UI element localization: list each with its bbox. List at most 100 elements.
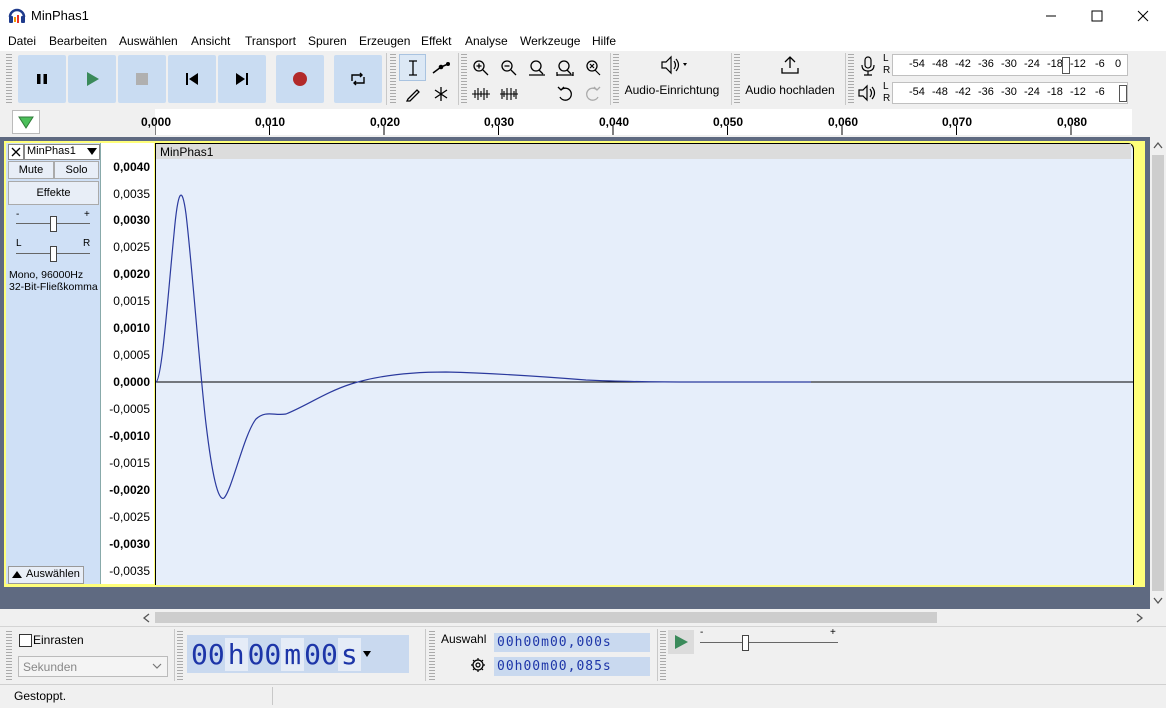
audio-setup-button[interactable]: Audio-Einrichtung [620, 54, 724, 97]
vertical-scroll-thumb[interactable] [1152, 155, 1164, 591]
record-button[interactable] [276, 55, 324, 103]
scroll-down-icon[interactable] [1153, 597, 1163, 605]
snap-label: Einrasten [33, 633, 84, 647]
toolbar-separator [458, 53, 459, 105]
vertical-scrollbar[interactable] [1150, 137, 1166, 609]
multi-tool[interactable] [427, 80, 454, 107]
track-control-panel[interactable]: MinPhas1 Mute Solo Effekte - + L R Mono,… [6, 143, 101, 584]
menu-spuren[interactable]: Spuren [308, 34, 347, 48]
toolbar-grip[interactable] [6, 54, 12, 104]
track-name: MinPhas1 [27, 145, 76, 157]
audio-upload-button[interactable]: Audio hochladen [740, 54, 840, 97]
time-position-display[interactable]: 00 h 00 m 00 s [187, 635, 409, 673]
meter-slider-thumb[interactable] [1119, 85, 1127, 102]
ruler-tick-label: 0,000 [141, 115, 172, 129]
waveform-clip[interactable] [155, 143, 1134, 585]
horizontal-scrollbar[interactable] [139, 609, 1150, 626]
scroll-left-icon[interactable] [142, 613, 150, 623]
chevron-down-icon [87, 148, 97, 155]
menu-auswaehlen[interactable]: Auswählen [119, 34, 178, 48]
toolbar-grip[interactable] [660, 631, 666, 681]
loop-button[interactable] [334, 55, 382, 103]
toolbar-grip[interactable] [848, 54, 854, 104]
clip-title-bar[interactable]: MinPhas1 [156, 144, 1131, 159]
trim-icon [471, 87, 490, 100]
menu-datei[interactable]: Datei [8, 34, 36, 48]
selection-start-time[interactable]: 00h00m00,000s [494, 633, 650, 652]
ruler-ticks [155, 126, 1072, 135]
zoom-toggle-icon [585, 59, 600, 75]
pan-slider-thumb[interactable] [50, 246, 57, 262]
zoom-toggle-button[interactable] [579, 54, 606, 81]
pause-button[interactable] [18, 55, 66, 103]
meter-tick: -6 [1095, 86, 1105, 98]
solo-button[interactable]: Solo [54, 161, 99, 179]
toolbar-separator [610, 53, 611, 105]
zoom-out-button[interactable] [495, 54, 522, 81]
fit-project-button[interactable] [551, 54, 578, 81]
playback-meter[interactable]: -54 -48 -42 -36 -30 -24 -18 -12 -6 [892, 82, 1128, 104]
play-speed-slider[interactable] [700, 642, 838, 643]
stop-button[interactable] [118, 55, 166, 103]
trim-audio-button[interactable] [467, 80, 494, 107]
playback-speaker-icon[interactable] [857, 84, 879, 102]
horizontal-scroll-thumb[interactable] [155, 612, 937, 623]
snap-unit-select[interactable]: Sekunden [18, 656, 168, 677]
loop-icon [351, 72, 365, 86]
selection-tool[interactable] [399, 54, 426, 81]
play-at-speed-button[interactable] [668, 630, 694, 654]
ruler-scale[interactable]: 0,000 0,010 0,020 0,030 0,040 0,050 0,06… [141, 109, 1132, 135]
mute-button[interactable]: Mute [8, 161, 54, 179]
gear-icon[interactable] [470, 657, 486, 673]
microphone-icon[interactable] [858, 56, 878, 76]
play-button[interactable] [68, 55, 116, 103]
toolbar-grip[interactable] [613, 54, 619, 104]
track-name-menu[interactable]: MinPhas1 [24, 144, 100, 160]
waveform-path [156, 194, 811, 499]
maximize-button[interactable] [1074, 0, 1120, 32]
select-track-button[interactable]: Auswählen [8, 566, 84, 584]
timeline-options-button[interactable] [12, 110, 40, 134]
waveform [156, 194, 1133, 499]
effects-button[interactable]: Effekte [8, 181, 99, 205]
time-hours: 00 [191, 637, 225, 671]
fit-selection-button[interactable] [523, 54, 550, 81]
draw-tool[interactable] [399, 80, 426, 107]
zoom-in-button[interactable] [467, 54, 494, 81]
menu-analyse[interactable]: Analyse [465, 34, 508, 48]
scroll-right-icon[interactable] [1136, 613, 1144, 623]
play-speed-thumb[interactable] [742, 635, 749, 651]
meter-slider-thumb[interactable] [1062, 57, 1070, 74]
scroll-up-icon[interactable] [1153, 141, 1163, 149]
menu-transport[interactable]: Transport [245, 34, 296, 48]
y-tick-label: 0,0000 [113, 375, 150, 389]
toolbar-grip[interactable] [177, 631, 183, 681]
envelope-tool[interactable] [427, 54, 454, 81]
gain-slider-thumb[interactable] [50, 216, 57, 232]
meter-tick: -24 [1024, 58, 1040, 70]
toolbar-grip[interactable] [390, 54, 396, 104]
menu-werkzeuge[interactable]: Werkzeuge [520, 34, 580, 48]
silence-audio-button[interactable] [495, 80, 522, 107]
redo-button[interactable] [579, 80, 606, 107]
track-close-button[interactable] [8, 144, 24, 160]
menu-bearbeiten[interactable]: Bearbeiten [49, 34, 107, 48]
close-button[interactable] [1120, 0, 1166, 32]
amplitude-ruler[interactable]: 0,0040 0,0035 0,0030 0,0025 0,0020 0,001… [101, 143, 154, 584]
selection-end-time[interactable]: 00h00m00,085s [494, 657, 650, 676]
recording-meter[interactable]: -54 -48 -42 -36 -30 -24 -18 -12 -6 0 [892, 54, 1128, 76]
meter-tick: -42 [955, 58, 971, 70]
toolbar-grip[interactable] [429, 631, 435, 681]
menu-effekt[interactable]: Effekt [421, 34, 451, 48]
y-tick-label: 0,0005 [113, 348, 150, 362]
skip-start-button[interactable] [168, 55, 216, 103]
undo-button[interactable] [551, 80, 578, 107]
toolbar-grip[interactable] [6, 631, 12, 681]
menu-hilfe[interactable]: Hilfe [592, 34, 616, 48]
minimize-button[interactable] [1028, 0, 1074, 32]
snap-checkbox[interactable] [19, 634, 32, 647]
menu-erzeugen[interactable]: Erzeugen [359, 34, 410, 48]
menu-ansicht[interactable]: Ansicht [191, 34, 230, 48]
track-sample-format: 32-Bit-Fließkomma [9, 281, 98, 293]
skip-end-button[interactable] [218, 55, 266, 103]
